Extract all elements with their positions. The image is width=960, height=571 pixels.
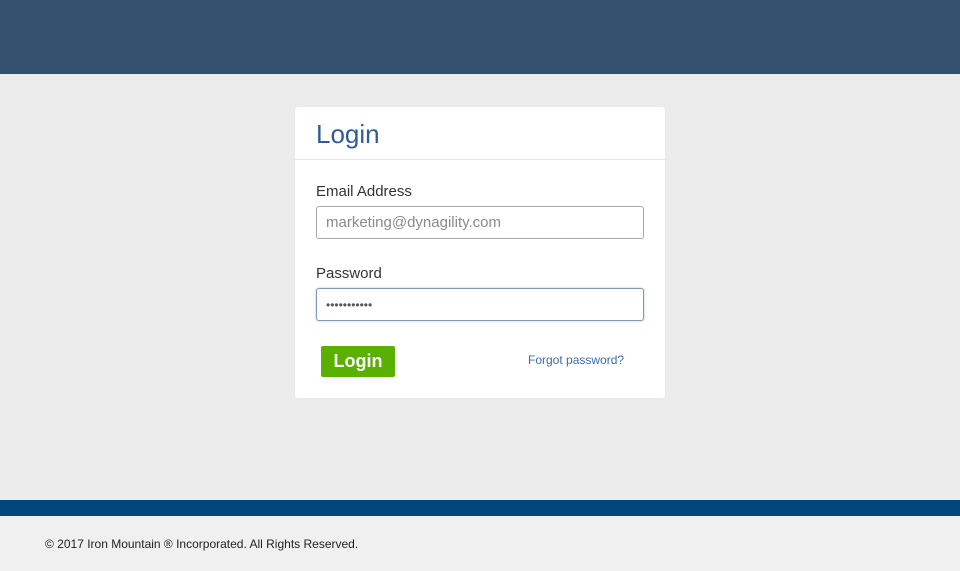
forgot-password-link[interactable]: Forgot password? bbox=[528, 353, 624, 368]
copyright-text: © 2017 Iron Mountain ® Incorporated. All… bbox=[45, 537, 359, 551]
login-title: Login bbox=[316, 119, 380, 149]
top-header-bar bbox=[0, 0, 960, 74]
email-input[interactable] bbox=[316, 206, 644, 239]
password-input[interactable] bbox=[316, 288, 644, 321]
login-button[interactable]: Login bbox=[321, 346, 395, 377]
email-label: Email Address bbox=[316, 183, 412, 200]
login-card-header: Login bbox=[295, 107, 665, 160]
password-label: Password bbox=[316, 265, 382, 282]
footer-accent-bar bbox=[0, 500, 960, 516]
login-card: Login Email Address Password Login Forgo… bbox=[295, 107, 665, 398]
footer: © 2017 Iron Mountain ® Incorporated. All… bbox=[0, 516, 960, 571]
